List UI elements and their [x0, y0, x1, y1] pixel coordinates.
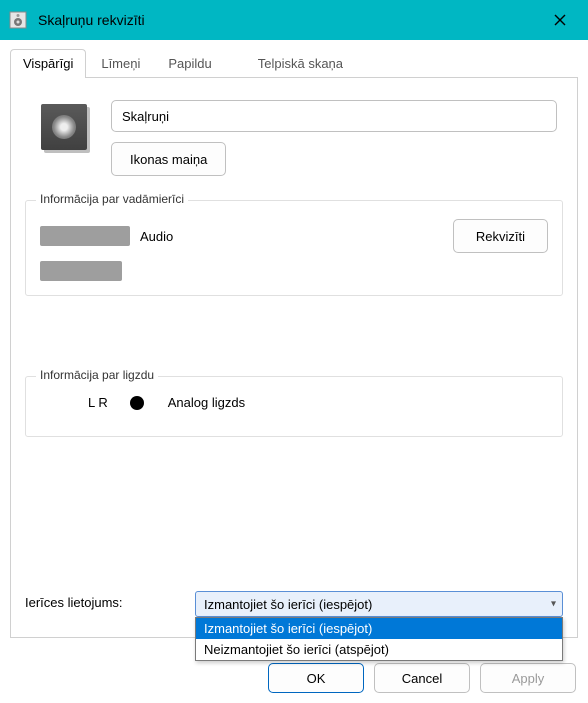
cancel-button-label: Cancel	[402, 671, 442, 686]
jack-info-group: Informācija par ligzdu L R Analog ligzds	[25, 376, 563, 437]
device-name-input[interactable]	[111, 100, 557, 132]
device-usage-option-disable[interactable]: Neizmantojiet šo ierīci (atspējot)	[196, 639, 562, 660]
tabstrip: Vispārīgi Līmeņi Papildu Telpiskā skaņa	[10, 48, 578, 78]
speaker-app-icon	[8, 10, 28, 30]
titlebar: Skaļruņu rekvizīti	[0, 0, 588, 40]
controller-audio-label: Audio	[140, 229, 173, 244]
device-large-icon	[41, 104, 87, 150]
device-usage-option-enable[interactable]: Izmantojiet šo ierīci (iespējot)	[196, 618, 562, 639]
controller-vendor-redacted	[40, 226, 130, 246]
controller-model-redacted	[40, 261, 122, 281]
device-usage-dropdown: Izmantojiet šo ierīci (iespējot) Neizman…	[195, 617, 563, 661]
change-icon-button[interactable]: Ikonas maiņa	[111, 142, 226, 176]
device-usage-label: Ierīces lietojums:	[25, 591, 185, 610]
tab-advanced[interactable]: Papildu	[155, 49, 224, 78]
dialog-button-row: OK Cancel Apply	[268, 663, 576, 693]
window-title: Skaļruņu rekvizīti	[38, 12, 540, 28]
device-usage-select[interactable]: Izmantojiet šo ierīci (iespējot) ▾	[195, 591, 563, 617]
device-usage-row: Ierīces lietojums: Izmantojiet šo ierīci…	[25, 591, 563, 617]
chevron-down-icon: ▾	[551, 599, 556, 610]
speaker-cone-icon	[52, 115, 76, 139]
cancel-button[interactable]: Cancel	[374, 663, 470, 693]
tab-panel-general: Ikonas maiņa Informācija par vadāmierīci…	[10, 78, 578, 638]
controller-info-group: Informācija par vadāmierīci Audio Rekviz…	[25, 200, 563, 296]
controller-info-title: Informācija par vadāmierīci	[36, 192, 188, 206]
tab-spatial[interactable]: Telpiskā skaņa	[245, 49, 356, 78]
jack-color-dot	[130, 396, 144, 410]
tab-levels[interactable]: Līmeņi	[88, 49, 153, 78]
close-icon	[554, 14, 566, 26]
close-button[interactable]	[540, 0, 580, 40]
tab-general[interactable]: Vispārīgi	[10, 49, 86, 78]
jack-name: Analog ligzds	[168, 395, 245, 410]
controller-properties-button[interactable]: Rekvizīti	[453, 219, 548, 253]
dialog-content: Vispārīgi Līmeņi Papildu Telpiskā skaņa …	[0, 40, 588, 703]
apply-button[interactable]: Apply	[480, 663, 576, 693]
device-usage-selected: Izmantojiet šo ierīci (iespējot)	[204, 597, 372, 612]
jack-channels: L R	[88, 395, 108, 410]
jack-info-title: Informācija par ligzdu	[36, 368, 158, 382]
ok-button[interactable]: OK	[268, 663, 364, 693]
